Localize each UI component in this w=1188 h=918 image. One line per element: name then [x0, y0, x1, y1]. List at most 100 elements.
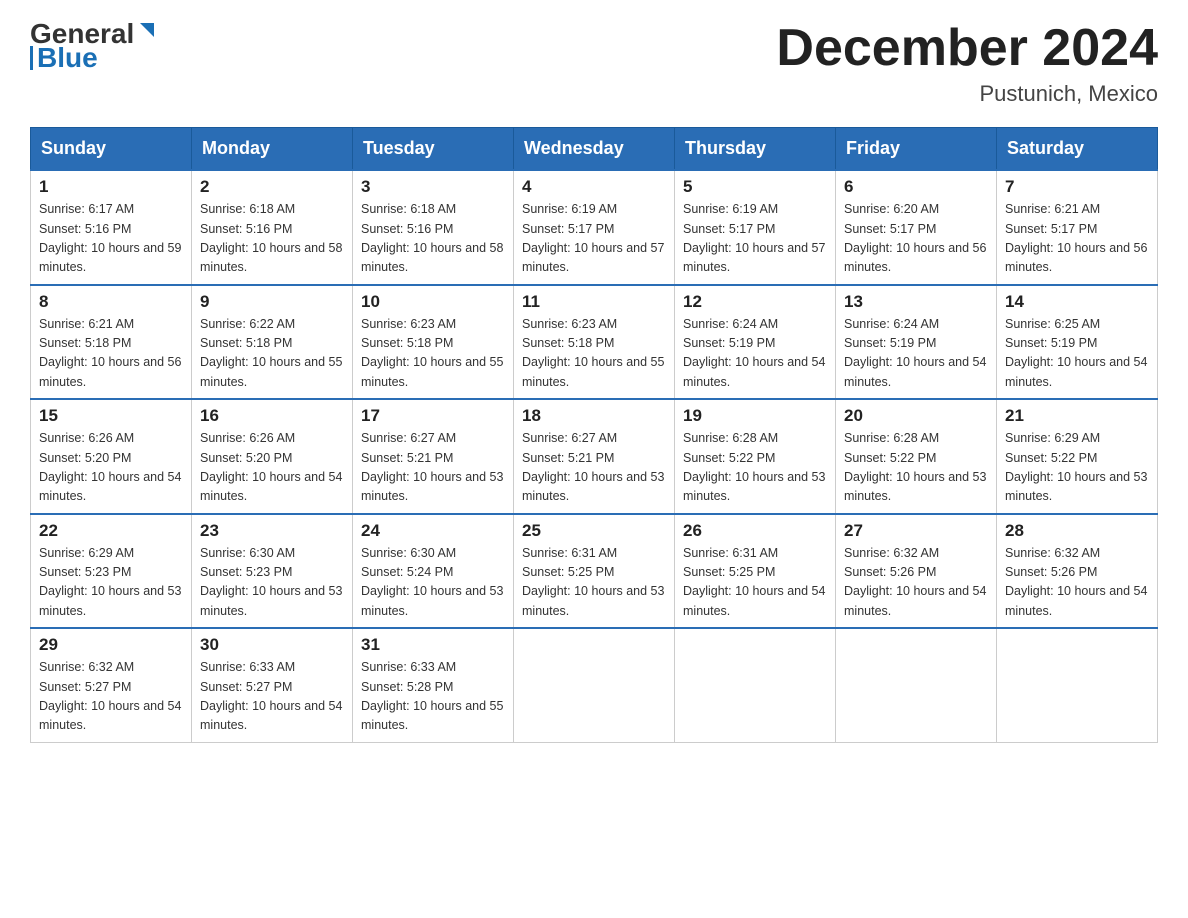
sunrise-label: Sunrise: 6:23 AM	[361, 317, 456, 331]
day-number: 15	[39, 406, 183, 426]
title-area: December 2024 Pustunich, Mexico	[776, 20, 1158, 107]
table-row: 8 Sunrise: 6:21 AM Sunset: 5:18 PM Dayli…	[31, 285, 192, 400]
day-number: 2	[200, 177, 344, 197]
sunset-label: Sunset: 5:16 PM	[200, 222, 292, 236]
sunrise-label: Sunrise: 6:21 AM	[39, 317, 134, 331]
sunset-label: Sunset: 5:17 PM	[683, 222, 775, 236]
table-row: 23 Sunrise: 6:30 AM Sunset: 5:23 PM Dayl…	[192, 514, 353, 629]
day-number: 26	[683, 521, 827, 541]
day-info: Sunrise: 6:32 AM Sunset: 5:26 PM Dayligh…	[1005, 544, 1149, 622]
day-number: 24	[361, 521, 505, 541]
day-info: Sunrise: 6:30 AM Sunset: 5:23 PM Dayligh…	[200, 544, 344, 622]
header-monday: Monday	[192, 128, 353, 171]
day-info: Sunrise: 6:17 AM Sunset: 5:16 PM Dayligh…	[39, 200, 183, 278]
daylight-label: Daylight: 10 hours and 54 minutes.	[39, 470, 181, 503]
daylight-label: Daylight: 10 hours and 55 minutes.	[200, 355, 342, 388]
daylight-label: Daylight: 10 hours and 55 minutes.	[361, 355, 503, 388]
table-row: 7 Sunrise: 6:21 AM Sunset: 5:17 PM Dayli…	[997, 170, 1158, 285]
table-row: 25 Sunrise: 6:31 AM Sunset: 5:25 PM Dayl…	[514, 514, 675, 629]
day-info: Sunrise: 6:32 AM Sunset: 5:26 PM Dayligh…	[844, 544, 988, 622]
sunset-label: Sunset: 5:22 PM	[1005, 451, 1097, 465]
table-row: 26 Sunrise: 6:31 AM Sunset: 5:25 PM Dayl…	[675, 514, 836, 629]
daylight-label: Daylight: 10 hours and 54 minutes.	[844, 355, 986, 388]
day-number: 11	[522, 292, 666, 312]
day-number: 19	[683, 406, 827, 426]
daylight-label: Daylight: 10 hours and 59 minutes.	[39, 241, 181, 274]
daylight-label: Daylight: 10 hours and 53 minutes.	[683, 470, 825, 503]
calendar-week-row: 22 Sunrise: 6:29 AM Sunset: 5:23 PM Dayl…	[31, 514, 1158, 629]
sunset-label: Sunset: 5:17 PM	[522, 222, 614, 236]
daylight-label: Daylight: 10 hours and 53 minutes.	[844, 470, 986, 503]
day-number: 8	[39, 292, 183, 312]
day-info: Sunrise: 6:23 AM Sunset: 5:18 PM Dayligh…	[361, 315, 505, 393]
day-info: Sunrise: 6:23 AM Sunset: 5:18 PM Dayligh…	[522, 315, 666, 393]
table-row: 28 Sunrise: 6:32 AM Sunset: 5:26 PM Dayl…	[997, 514, 1158, 629]
table-row: 5 Sunrise: 6:19 AM Sunset: 5:17 PM Dayli…	[675, 170, 836, 285]
sunset-label: Sunset: 5:27 PM	[39, 680, 131, 694]
location: Pustunich, Mexico	[776, 81, 1158, 107]
sunset-label: Sunset: 5:26 PM	[1005, 565, 1097, 579]
table-row	[997, 628, 1158, 742]
sunrise-label: Sunrise: 6:25 AM	[1005, 317, 1100, 331]
sunrise-label: Sunrise: 6:19 AM	[522, 202, 617, 216]
sunrise-label: Sunrise: 6:20 AM	[844, 202, 939, 216]
sunrise-label: Sunrise: 6:32 AM	[39, 660, 134, 674]
sunrise-label: Sunrise: 6:18 AM	[200, 202, 295, 216]
sunrise-label: Sunrise: 6:32 AM	[844, 546, 939, 560]
sunrise-label: Sunrise: 6:33 AM	[200, 660, 295, 674]
logo-triangle-icon	[136, 19, 158, 41]
sunset-label: Sunset: 5:23 PM	[200, 565, 292, 579]
daylight-label: Daylight: 10 hours and 53 minutes.	[200, 584, 342, 617]
day-number: 29	[39, 635, 183, 655]
day-info: Sunrise: 6:20 AM Sunset: 5:17 PM Dayligh…	[844, 200, 988, 278]
day-number: 3	[361, 177, 505, 197]
day-number: 20	[844, 406, 988, 426]
sunset-label: Sunset: 5:24 PM	[361, 565, 453, 579]
day-number: 22	[39, 521, 183, 541]
table-row: 30 Sunrise: 6:33 AM Sunset: 5:27 PM Dayl…	[192, 628, 353, 742]
day-info: Sunrise: 6:25 AM Sunset: 5:19 PM Dayligh…	[1005, 315, 1149, 393]
day-info: Sunrise: 6:30 AM Sunset: 5:24 PM Dayligh…	[361, 544, 505, 622]
daylight-label: Daylight: 10 hours and 54 minutes.	[844, 584, 986, 617]
logo-bar	[30, 46, 33, 70]
day-info: Sunrise: 6:24 AM Sunset: 5:19 PM Dayligh…	[844, 315, 988, 393]
daylight-label: Daylight: 10 hours and 58 minutes.	[361, 241, 503, 274]
day-info: Sunrise: 6:27 AM Sunset: 5:21 PM Dayligh…	[361, 429, 505, 507]
sunset-label: Sunset: 5:19 PM	[844, 336, 936, 350]
daylight-label: Daylight: 10 hours and 56 minutes.	[39, 355, 181, 388]
sunrise-label: Sunrise: 6:27 AM	[522, 431, 617, 445]
daylight-label: Daylight: 10 hours and 54 minutes.	[1005, 355, 1147, 388]
sunrise-label: Sunrise: 6:26 AM	[39, 431, 134, 445]
table-row: 1 Sunrise: 6:17 AM Sunset: 5:16 PM Dayli…	[31, 170, 192, 285]
table-row: 10 Sunrise: 6:23 AM Sunset: 5:18 PM Dayl…	[353, 285, 514, 400]
table-row: 17 Sunrise: 6:27 AM Sunset: 5:21 PM Dayl…	[353, 399, 514, 514]
sunrise-label: Sunrise: 6:31 AM	[522, 546, 617, 560]
daylight-label: Daylight: 10 hours and 53 minutes.	[522, 584, 664, 617]
sunrise-label: Sunrise: 6:24 AM	[844, 317, 939, 331]
daylight-label: Daylight: 10 hours and 54 minutes.	[200, 470, 342, 503]
daylight-label: Daylight: 10 hours and 54 minutes.	[200, 699, 342, 732]
day-info: Sunrise: 6:19 AM Sunset: 5:17 PM Dayligh…	[522, 200, 666, 278]
sunset-label: Sunset: 5:22 PM	[844, 451, 936, 465]
logo: General Blue	[30, 20, 158, 72]
daylight-label: Daylight: 10 hours and 56 minutes.	[1005, 241, 1147, 274]
sunrise-label: Sunrise: 6:19 AM	[683, 202, 778, 216]
sunset-label: Sunset: 5:16 PM	[39, 222, 131, 236]
table-row: 21 Sunrise: 6:29 AM Sunset: 5:22 PM Dayl…	[997, 399, 1158, 514]
sunset-label: Sunset: 5:28 PM	[361, 680, 453, 694]
table-row: 27 Sunrise: 6:32 AM Sunset: 5:26 PM Dayl…	[836, 514, 997, 629]
table-row	[836, 628, 997, 742]
sunrise-label: Sunrise: 6:18 AM	[361, 202, 456, 216]
sunrise-label: Sunrise: 6:31 AM	[683, 546, 778, 560]
day-info: Sunrise: 6:18 AM Sunset: 5:16 PM Dayligh…	[200, 200, 344, 278]
sunset-label: Sunset: 5:25 PM	[683, 565, 775, 579]
day-info: Sunrise: 6:26 AM Sunset: 5:20 PM Dayligh…	[39, 429, 183, 507]
logo-text-blue: Blue	[37, 44, 98, 72]
header-wednesday: Wednesday	[514, 128, 675, 171]
table-row: 12 Sunrise: 6:24 AM Sunset: 5:19 PM Dayl…	[675, 285, 836, 400]
month-title: December 2024	[776, 20, 1158, 77]
sunrise-label: Sunrise: 6:29 AM	[1005, 431, 1100, 445]
day-number: 9	[200, 292, 344, 312]
day-number: 5	[683, 177, 827, 197]
calendar-table: Sunday Monday Tuesday Wednesday Thursday…	[30, 127, 1158, 743]
